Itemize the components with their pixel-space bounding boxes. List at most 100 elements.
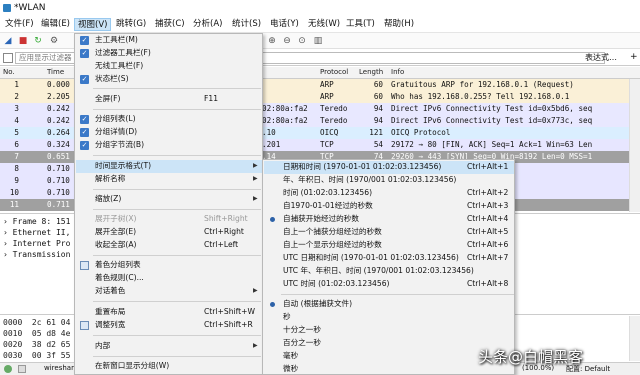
detail-ethernet[interactable]: › Ethernet II, <box>3 227 70 238</box>
detail-tcp[interactable]: › Transmission <box>3 249 70 260</box>
hex-row[interactable]: 0000 2c 61 04 <box>3 317 70 328</box>
view-internals[interactable]: 内部 ▶ <box>76 340 262 353</box>
time-since-prev-displayed[interactable]: 自上一个显示分组经过的秒数 Ctrl+Alt+6 <box>264 239 514 252</box>
packet-time: 0.710 <box>47 176 70 185</box>
radio-selected-icon <box>270 302 275 307</box>
expression-button[interactable]: 表达式… <box>585 52 617 63</box>
bytes-pane-scrollbar[interactable] <box>629 316 640 361</box>
view-colorize-packet-list[interactable]: 着色分组列表 <box>76 259 262 272</box>
expert-info-icon[interactable] <box>4 365 12 373</box>
menu-separator <box>93 155 261 156</box>
packet-info: 29172 → 80 [FIN, ACK] Seq=1 Ack=1 Win=63… <box>391 140 593 149</box>
precision-deciseconds[interactable]: 十分之一秒 <box>264 324 514 337</box>
time-utc-date-and-time[interactable]: UTC 日期和时间 (1970-01-01 01:02:03.123456) Ct… <box>264 252 514 265</box>
packet-list-scrollbar[interactable] <box>629 79 640 212</box>
packet-length: 94 <box>373 104 383 113</box>
precision-seconds[interactable]: 秒 <box>264 311 514 324</box>
stop-icon[interactable]: ■ <box>18 36 28 46</box>
view-time-display-format[interactable]: 时间显示格式(T) ▶ <box>76 160 262 173</box>
packet-time: 0.000 <box>47 80 70 89</box>
menu-capture[interactable]: 捕获(C) <box>152 18 188 31</box>
time-utc-year-doy-time[interactable]: UTC 年、年积日、时间 (1970/001 01:02:03.123456) <box>264 265 514 278</box>
window-title: *WLAN <box>14 3 46 13</box>
packet-time: 0.710 <box>47 164 70 173</box>
wireshark-app-icon <box>3 4 11 12</box>
packet-no: 6 <box>14 140 19 149</box>
view-coloring-rules[interactable]: 着色规则(C)... <box>76 272 262 285</box>
add-filter-icon[interactable]: + <box>630 52 638 62</box>
resize-columns-icon <box>80 321 89 330</box>
view-show-packet-new-window[interactable]: 在新窗口显示分组(W) <box>76 360 262 373</box>
time-utc-time[interactable]: UTC 时间 (01:02:03.123456) Ctrl+Alt+8 <box>264 278 514 291</box>
hex-row[interactable]: 0020 38 d2 65 <box>3 339 70 350</box>
packet-no: 11 <box>9 200 19 209</box>
menu-analyze[interactable]: 分析(A) <box>190 18 225 31</box>
zoom-reset-icon[interactable]: ⊙ <box>297 36 307 46</box>
hex-row[interactable]: 0030 00 3f 55 <box>3 350 70 361</box>
menu-tools[interactable]: 工具(T) <box>343 18 378 31</box>
packet-protocol: Teredo <box>320 104 348 113</box>
time-year-doy-time[interactable]: 年、年积日、时间 (1970/001 01:02:03.123456) <box>264 174 514 187</box>
view-name-resolution[interactable]: 解析名称 ▶ <box>76 173 262 186</box>
zoom-in-icon[interactable]: ⊕ <box>267 36 277 46</box>
detail-frame[interactable]: › Frame 8: 151 <box>3 216 70 227</box>
view-colorize-conversation[interactable]: 对话着色 ▶ <box>76 285 262 298</box>
packet-protocol: Teredo <box>320 116 348 125</box>
col-header-time[interactable]: Time <box>47 68 64 76</box>
resize-columns-icon[interactable]: ▥ <box>313 36 323 46</box>
col-header-info[interactable]: Info <box>391 68 404 76</box>
view-expand-all[interactable]: 展开全部(E) Ctrl+Right <box>76 226 262 239</box>
precision-milliseconds[interactable]: 毫秒 <box>264 350 514 363</box>
menu-telephony[interactable]: 电话(Y) <box>267 18 302 31</box>
view-main-toolbar[interactable]: ✓ 主工具栏(M) <box>76 34 262 47</box>
packet-no: 10 <box>9 188 19 197</box>
col-header-length[interactable]: Length <box>359 68 383 76</box>
submenu-arrow-icon: ▶ <box>253 162 258 169</box>
view-fullscreen[interactable]: 全屏(F) F11 <box>76 93 262 106</box>
options-icon[interactable]: ⚙ <box>49 36 59 46</box>
time-time-of-day[interactable]: 时间 (01:02:03.123456) Ctrl+Alt+2 <box>264 187 514 200</box>
view-packet-bytes[interactable]: ✓ 分组字节流(B) <box>76 139 262 152</box>
view-resize-columns[interactable]: 调整列宽 Ctrl+Shift+R <box>76 319 262 332</box>
packet-info: Gratuitous ARP for 192.168.0.1 (Request) <box>391 80 574 89</box>
precision-microseconds[interactable]: 微秒 <box>264 363 514 375</box>
precision-auto[interactable]: 自动 (根据捕获文件) <box>264 298 514 311</box>
view-wireless-toolbar[interactable]: 无线工具栏(F) <box>76 60 262 73</box>
packet-time: 0.710 <box>47 188 70 197</box>
menu-statistics[interactable]: 统计(S) <box>229 18 264 31</box>
time-date-and-time[interactable]: 日期和时间 (1970-01-01 01:02:03.123456) Ctrl+A… <box>264 161 514 174</box>
packet-no: 2 <box>14 92 19 101</box>
menu-wireless[interactable]: 无线(W) <box>305 18 343 31</box>
time-since-epoch[interactable]: 自1970-01-01经过的秒数 Ctrl+Alt+3 <box>264 200 514 213</box>
menu-file[interactable]: 文件(F) <box>2 18 37 31</box>
zoom-out-icon[interactable]: ⊖ <box>282 36 292 46</box>
menu-help[interactable]: 帮助(H) <box>381 18 417 31</box>
restart-icon[interactable]: ↻ <box>33 36 43 46</box>
shark-fin-start-icon[interactable]: ◢ <box>3 36 13 46</box>
packet-no: 5 <box>14 128 19 137</box>
hex-row[interactable]: 0010 05 d8 4e <box>3 328 70 339</box>
menu-separator <box>93 209 261 210</box>
view-reset-layout[interactable]: 重置布局 Ctrl+Shift+W <box>76 306 262 319</box>
detail-ip[interactable]: › Internet Pro <box>3 238 70 249</box>
view-zoom[interactable]: 缩放(Z) ▶ <box>76 193 262 206</box>
menu-go[interactable]: 跳转(G) <box>113 18 149 31</box>
checkmark-icon: ✓ <box>80 115 89 124</box>
checkmark-icon: ✓ <box>80 36 89 45</box>
view-collapse-all[interactable]: 收起全部(A) Ctrl+Left <box>76 239 262 252</box>
view-packet-details[interactable]: ✓ 分组详情(D) <box>76 126 262 139</box>
capture-file-icon[interactable] <box>18 365 26 373</box>
view-filter-toolbar[interactable]: ✓ 过滤器工具栏(F) <box>76 47 262 60</box>
checkmark-icon: ✓ <box>80 141 89 150</box>
bookmark-icon[interactable] <box>3 53 13 63</box>
menu-edit[interactable]: 编辑(E) <box>38 18 73 31</box>
time-since-prev-captured[interactable]: 自上一个捕获分组经过的秒数 Ctrl+Alt+5 <box>264 226 514 239</box>
menu-view[interactable]: 视图(V) <box>74 18 112 31</box>
precision-centiseconds[interactable]: 百分之一秒 <box>264 337 514 350</box>
view-packet-list[interactable]: ✓ 分组列表(L) <box>76 113 262 126</box>
view-status-bar[interactable]: ✓ 状态栏(S) <box>76 73 262 86</box>
col-header-no[interactable]: No. <box>3 68 15 76</box>
col-header-protocol[interactable]: Protocol <box>320 68 348 76</box>
time-since-capture-start[interactable]: 自捕获开始经过的秒数 Ctrl+Alt+4 <box>264 213 514 226</box>
view-expand-subtrees[interactable]: 展开子树(X) Shift+Right <box>76 213 262 226</box>
